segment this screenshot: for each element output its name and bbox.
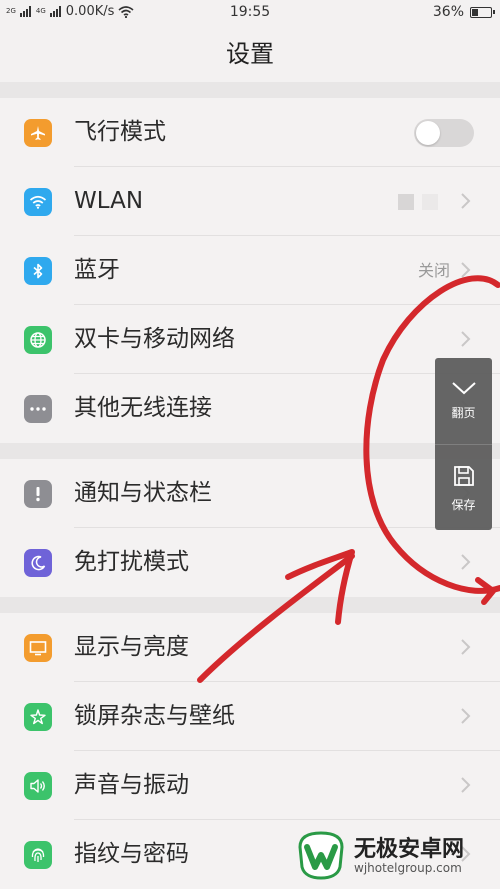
airplane-icon xyxy=(24,119,52,147)
page-turn-button[interactable]: 翻页 xyxy=(435,380,492,421)
settings-row-label: 其他无线连接 xyxy=(74,395,212,421)
settings-row[interactable]: 飞行模式 xyxy=(0,98,500,167)
chevron-right-icon xyxy=(456,553,474,571)
settings-row-label: 指纹与密码 xyxy=(74,841,189,867)
settings-row-label: 显示与亮度 xyxy=(74,634,189,660)
page-turn-label: 翻页 xyxy=(451,406,476,420)
settings-row-value: 关闭 xyxy=(417,261,450,280)
save-button[interactable]: 保存 xyxy=(435,464,492,513)
watermark: 无极安卓网 wjhotelgroup.com xyxy=(294,825,494,885)
airplane-mode-toggle[interactable] xyxy=(414,119,474,147)
save-icon xyxy=(453,466,474,486)
settings-row[interactable]: 双卡与移动网络 xyxy=(0,305,500,374)
settings-row[interactable]: 锁屏杂志与壁纸 xyxy=(0,682,500,751)
watermark-title: 无极安卓网 xyxy=(354,837,465,862)
save-label: 保存 xyxy=(451,498,476,512)
settings-row-label: 声音与振动 xyxy=(74,772,189,798)
settings-row[interactable]: 通知与状态栏 xyxy=(0,459,500,528)
chevron-right-icon xyxy=(456,707,474,725)
settings-row[interactable]: 声音与振动 xyxy=(0,751,500,820)
section-gap xyxy=(0,82,500,98)
wifi-icon xyxy=(24,188,52,216)
battery-icon xyxy=(470,6,495,18)
settings-row[interactable]: 免打扰模式 xyxy=(0,528,500,597)
settings-row-label: 蓝牙 xyxy=(74,257,120,283)
title-bar: 设置 xyxy=(0,26,500,82)
chevron-right-icon xyxy=(456,776,474,794)
moon-icon xyxy=(24,549,52,577)
speaker-icon xyxy=(24,772,52,800)
settings-row[interactable]: 显示与亮度 xyxy=(0,613,500,682)
flower-icon xyxy=(24,703,52,731)
exclamation-icon xyxy=(24,480,52,508)
settings-row[interactable]: WLAN xyxy=(0,167,500,236)
battery-percent: 36% xyxy=(432,4,464,20)
chevron-right-icon xyxy=(456,261,474,279)
toggle-knob xyxy=(416,121,440,145)
chevron-right-icon xyxy=(456,638,474,656)
chevron-down-icon xyxy=(451,382,476,395)
settings-row[interactable]: 蓝牙 关闭 xyxy=(0,236,500,305)
float-divider xyxy=(435,444,492,445)
settings-row-label: 锁屏杂志与壁纸 xyxy=(74,703,235,729)
settings-row-label: 免打扰模式 xyxy=(74,549,189,575)
fingerprint-icon xyxy=(24,841,52,869)
monitor-icon xyxy=(24,634,52,662)
section-gap xyxy=(0,597,500,613)
section-gap xyxy=(0,443,500,459)
settings-row[interactable]: 其他无线连接 xyxy=(0,374,500,443)
settings-row-label: 飞行模式 xyxy=(74,119,166,145)
battery-fill xyxy=(472,8,479,16)
globe-icon xyxy=(24,326,52,354)
chevron-right-icon xyxy=(456,192,474,210)
wlan-indicator-block xyxy=(398,194,414,210)
settings-row-label: 通知与状态栏 xyxy=(74,480,212,506)
watermark-logo-icon xyxy=(298,831,344,880)
settings-row-label: WLAN xyxy=(74,188,144,214)
more-dots-icon xyxy=(24,395,52,423)
settings-row-label: 双卡与移动网络 xyxy=(74,326,235,352)
page-title: 设置 xyxy=(226,40,274,68)
wlan-indicator-block xyxy=(422,194,438,210)
status-right: 36% xyxy=(432,4,495,20)
watermark-url: wjhotelgroup.com xyxy=(354,861,462,875)
status-bar: 2G 4G 0.00K/s 19:55 36% xyxy=(0,0,500,26)
bluetooth-icon xyxy=(24,257,52,285)
wlan-status-indicator xyxy=(398,194,438,210)
status-time: 19:55 xyxy=(229,4,271,20)
settings-list: 飞行模式 WLAN 蓝牙 关闭双卡与移动网络 其他无线连接 通知与状态栏 免打扰模式显示与亮… xyxy=(0,82,500,889)
chevron-right-icon xyxy=(456,330,474,348)
floating-tool-panel: 翻页 保存 xyxy=(435,358,492,530)
